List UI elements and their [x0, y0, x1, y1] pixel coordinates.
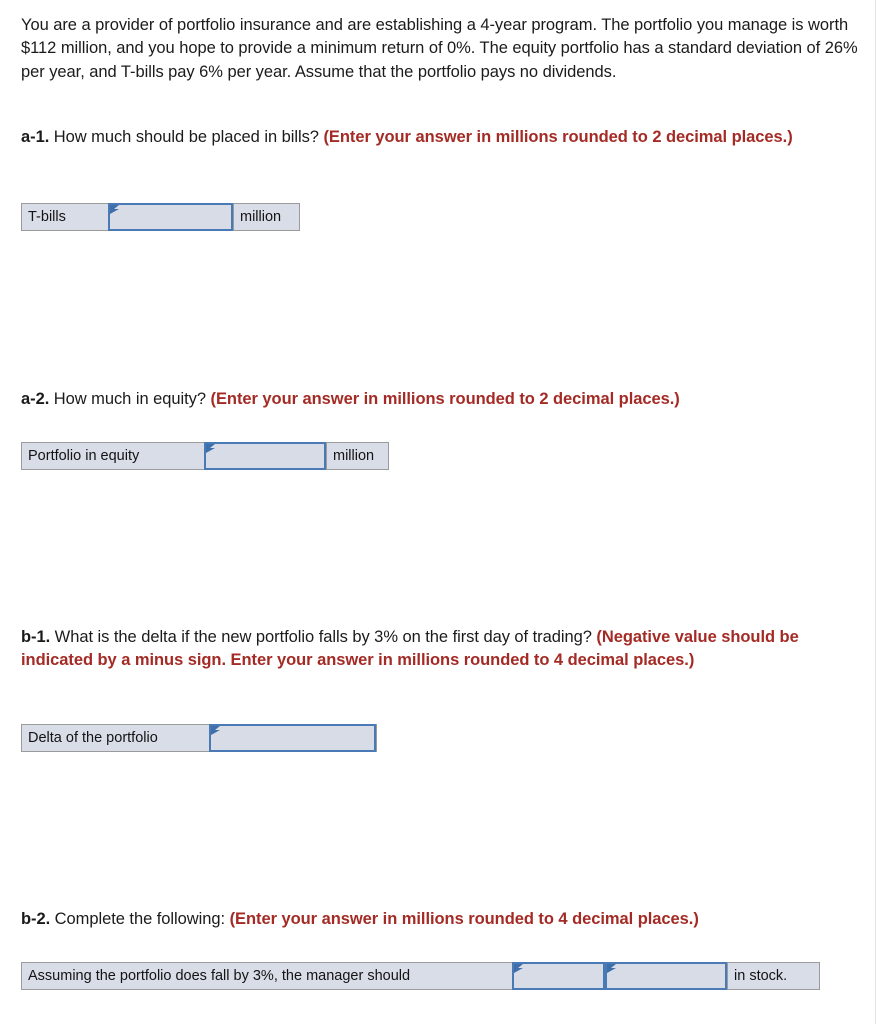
answer-row-b2-label: Assuming the portfolio does fall by 3%, …	[22, 963, 512, 989]
question-page: You are a provider of portfolio insuranc…	[0, 0, 876, 1024]
question-a2-instruction: (Enter your answer in millions rounded t…	[210, 390, 680, 408]
question-a1-instruction: (Enter your answer in millions rounded t…	[323, 128, 793, 146]
answer-row-a2: Portfolio in equity million	[21, 442, 389, 470]
question-b2-label: b-2.	[21, 910, 51, 928]
answer-row-b1-label: Delta of the portfolio	[22, 725, 209, 751]
equity-input-cell[interactable]	[204, 442, 326, 470]
question-a2-text: a-2. How much in equity? (Enter your ans…	[21, 388, 866, 411]
question-stem: You are a provider of portfolio insuranc…	[21, 16, 858, 81]
answer-row-a2-unit: million	[326, 443, 388, 469]
question-b1-prompt: What is the delta if the new portfolio f…	[50, 628, 597, 646]
question-a2-prompt: How much in equity?	[49, 390, 211, 408]
question-a1-text: a-1. How much should be placed in bills?…	[21, 126, 866, 149]
tbills-input-cell[interactable]	[108, 203, 233, 231]
equity-input[interactable]	[206, 444, 324, 468]
manager-action-input[interactable]	[514, 964, 603, 988]
question-a2-label: a-2.	[21, 390, 50, 408]
question-b2-prompt: Complete the following:	[50, 910, 230, 928]
answer-row-a1: T-bills million	[21, 203, 300, 231]
manager-action-input-cell[interactable]	[512, 962, 605, 990]
answer-row-a1-unit: million	[233, 204, 299, 230]
question-b1-text: b-1. What is the delta if the new portfo…	[21, 626, 866, 673]
answer-row-b1: Delta of the portfolio	[21, 724, 377, 752]
delta-input[interactable]	[210, 726, 374, 750]
question-b1-label: b-1.	[21, 628, 51, 646]
answer-row-a1-label: T-bills	[22, 204, 108, 230]
question-b2-instruction: (Enter your answer in millions rounded t…	[229, 910, 699, 928]
answer-row-a2-label: Portfolio in equity	[22, 443, 204, 469]
answer-row-b2: Assuming the portfolio does fall by 3%, …	[21, 962, 820, 990]
delta-input-cell[interactable]	[208, 724, 376, 752]
tbills-input[interactable]	[110, 205, 231, 229]
question-a1-label: a-1.	[21, 128, 50, 146]
answer-row-b2-suffix: in stock.	[727, 963, 819, 989]
question-a1-prompt: How much should be placed in bills?	[49, 128, 324, 146]
question-b2-text: b-2. Complete the following: (Enter your…	[21, 908, 866, 931]
manager-amount-input[interactable]	[607, 964, 725, 988]
manager-amount-input-cell[interactable]	[605, 962, 727, 990]
